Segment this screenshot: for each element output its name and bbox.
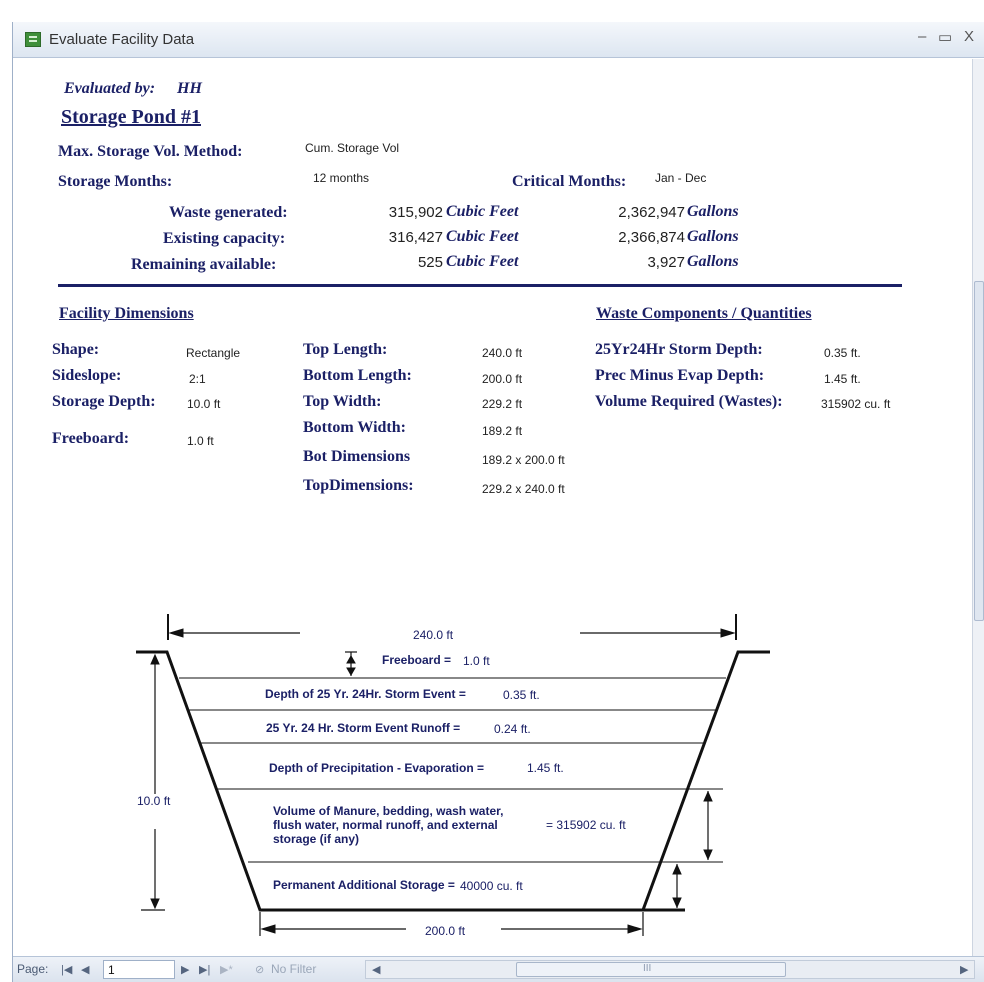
diagram-storm-runoff-value: 0.24 ft.	[494, 722, 531, 736]
close-button[interactable]: X	[964, 28, 974, 45]
maximize-button[interactable]: ▭	[938, 28, 952, 46]
permanent-arrow-up-icon	[672, 863, 682, 875]
permanent-arrow-down-icon	[672, 897, 682, 909]
horizontal-scroll-thumb[interactable]: III	[516, 962, 786, 977]
depth-arrow-up-icon	[150, 653, 160, 665]
scroll-right-icon[interactable]: ▶	[960, 963, 968, 976]
no-filter-button[interactable]: No Filter	[271, 962, 316, 976]
form-icon	[25, 32, 41, 47]
previous-page-icon[interactable]: ◀	[81, 963, 89, 976]
diagram-freeboard-label: Freeboard =	[382, 653, 451, 667]
horizontal-scrollbar[interactable]: ◀ III ▶	[365, 960, 975, 979]
diagram-bottom-length: 200.0 ft	[425, 924, 466, 938]
next-page-icon[interactable]: ▶	[181, 963, 189, 976]
diagram-top-length: 240.0 ft	[413, 628, 454, 642]
vertical-scrollbar[interactable]	[972, 59, 984, 956]
window-title: Evaluate Facility Data	[49, 31, 195, 48]
minimize-button[interactable]: –	[918, 28, 926, 45]
diagram-permanent-label: Permanent Additional Storage =	[273, 878, 455, 892]
diagram-storm-depth-value: 0.35 ft.	[503, 688, 540, 702]
diagram-volume-label-1: Volume of Manure, bedding, wash water,	[273, 804, 503, 818]
new-record-icon[interactable]: ▶*	[220, 963, 233, 976]
diagram-volume-label-3: storage (if any)	[273, 832, 359, 846]
diagram-freeboard-value: 1.0 ft	[463, 654, 490, 668]
diagram-precip-value: 1.45 ft.	[527, 761, 564, 775]
diagram-volume-label-2: flush water, normal runoff, and external	[273, 818, 498, 832]
bottom-arrowhead-right-icon	[627, 924, 643, 934]
report-body: Evaluated by: HH Storage Pond #1 Max. St…	[13, 59, 973, 956]
scroll-grip: III	[643, 963, 652, 974]
title-bar: Evaluate Facility Data – ▭ X	[13, 22, 984, 58]
volume-arrow-up-icon	[703, 790, 713, 802]
page-number-input[interactable]: 1	[103, 960, 175, 979]
last-page-icon[interactable]: ▶|	[199, 963, 210, 976]
diagram-storm-runoff-label: 25 Yr. 24 Hr. Storm Event Runoff =	[266, 721, 460, 735]
diagram-volume-value: = 315902 cu. ft	[546, 818, 626, 832]
status-bar: Page: |◀ ◀ 1 ▶ ▶| ▶* ⊘ No Filter ◀ III ▶	[13, 956, 984, 982]
vertical-scroll-thumb[interactable]	[974, 281, 984, 621]
diagram-permanent-value: 40000 cu. ft	[460, 879, 523, 893]
bottom-arrowhead-left-icon	[260, 924, 276, 934]
first-page-icon[interactable]: |◀	[61, 963, 72, 976]
filter-icon: ⊘	[255, 964, 265, 976]
diagram-depth: 10.0 ft	[137, 794, 171, 808]
depth-arrow-down-icon	[150, 898, 160, 910]
arrowhead-right-icon	[720, 628, 736, 638]
volume-arrow-down-icon	[703, 849, 713, 861]
page-label: Page:	[17, 962, 49, 976]
arrowhead-left-icon	[168, 628, 184, 638]
pond-cross-section-diagram: 240.0 ft Freeboard = 1.0 ft Depth of 25 …	[136, 614, 770, 938]
freeboard-arrow-up-icon	[346, 654, 356, 664]
diagram-precip-label: Depth of Precipitation - Evaporation =	[269, 761, 484, 775]
freeboard-arrow-down-icon	[346, 667, 356, 677]
diagram-storm-depth-label: Depth of 25 Yr. 24Hr. Storm Event =	[265, 687, 466, 701]
report-window: Evaluate Facility Data – ▭ X Evaluated b…	[12, 22, 984, 982]
scroll-left-icon[interactable]: ◀	[372, 963, 380, 976]
